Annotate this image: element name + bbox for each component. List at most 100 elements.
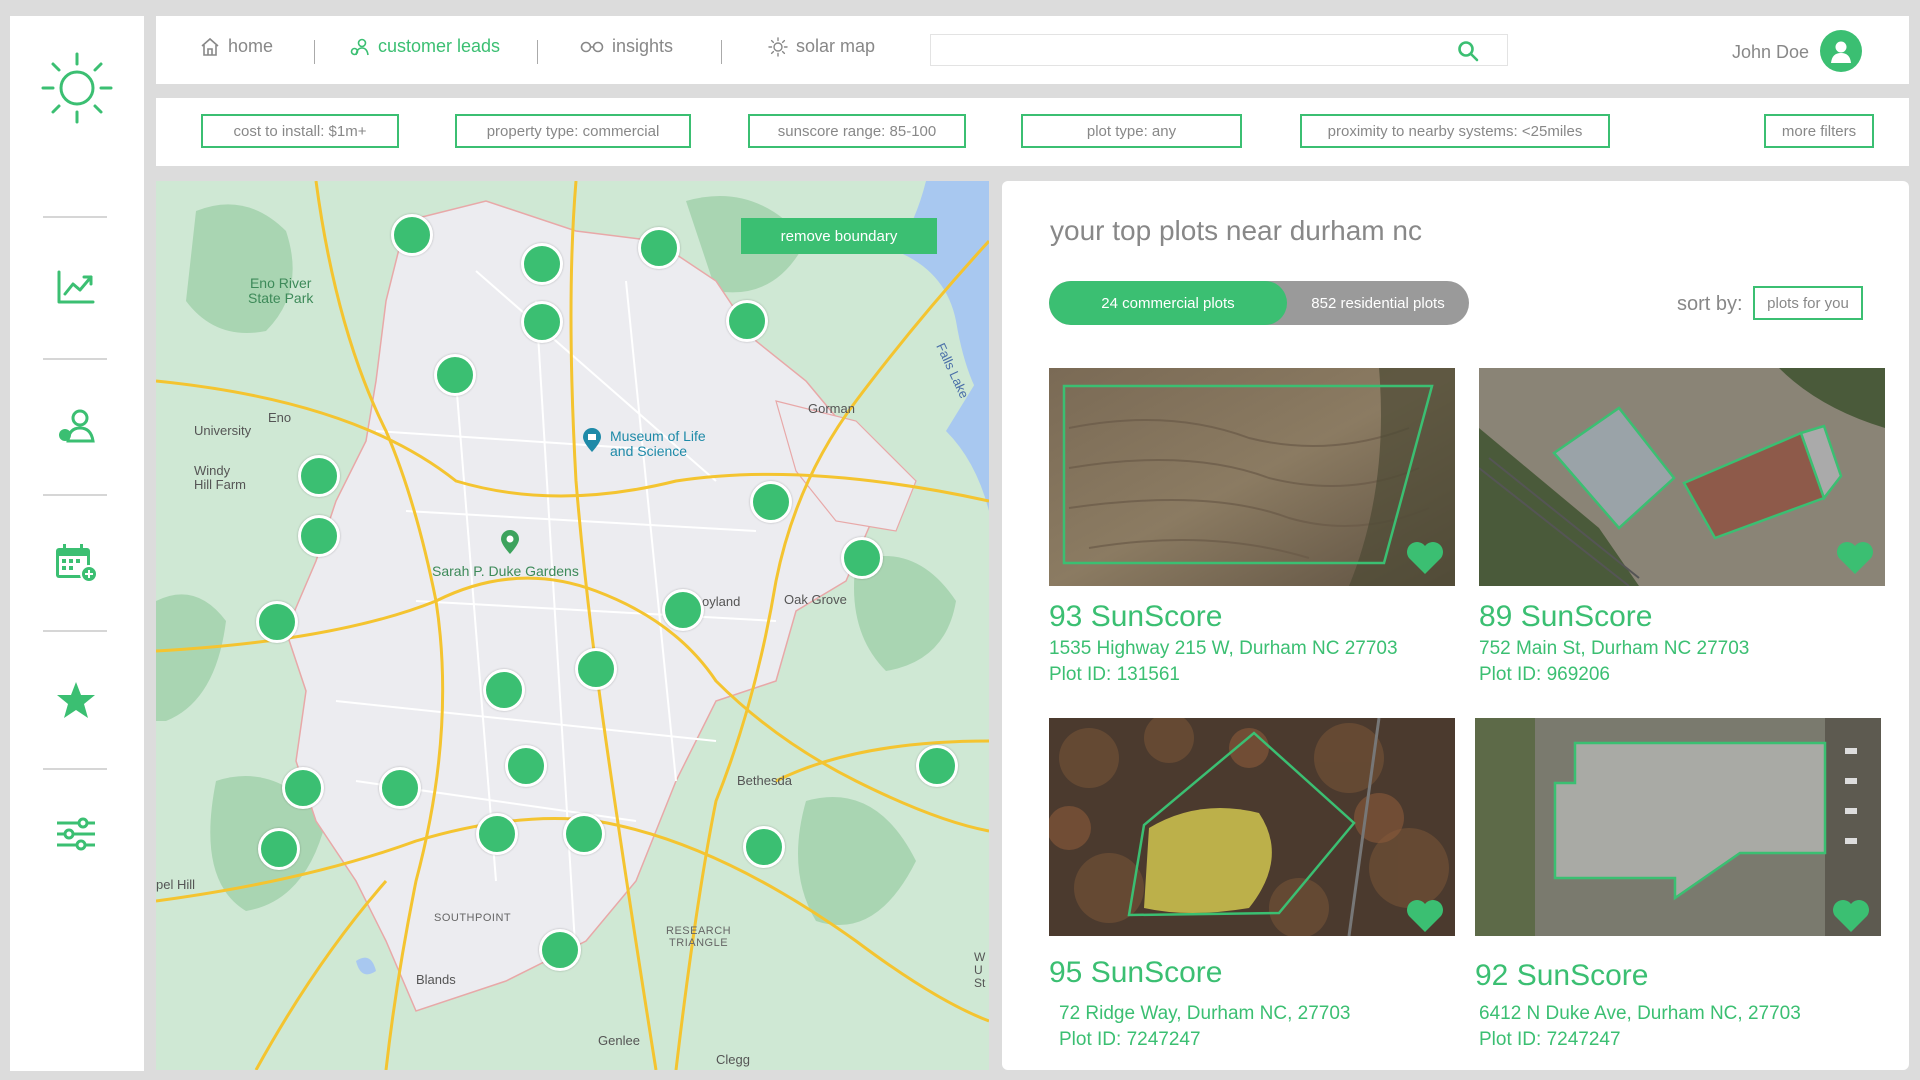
more-filters-button[interactable]: more filters	[1764, 114, 1874, 148]
user-name: John Doe	[1732, 42, 1810, 62]
plot-satellite-image[interactable]	[1049, 718, 1455, 936]
map-plot-pin[interactable]	[521, 243, 563, 285]
map-label-clegg: Clegg	[716, 1052, 750, 1067]
plot-id: Plot ID: 7247247	[1059, 1029, 1201, 1050]
sidebar-divider	[43, 358, 107, 360]
top-navigation: home customer leads insights solar map J…	[156, 16, 1909, 84]
plot-card: 89 SunScore 752 Main St, Durham NC 27703…	[1479, 368, 1889, 698]
map-label-research-triangle: RESEARCH TRIANGLE	[666, 925, 732, 950]
plot-id: Plot ID: 131561	[1049, 664, 1180, 685]
map-plot-pin[interactable]	[539, 929, 581, 971]
nav-separator	[537, 40, 538, 64]
filter-proximity[interactable]: proximity to nearby systems: <25miles	[1300, 114, 1610, 148]
map-label-eno: Eno	[268, 410, 292, 425]
map-plot-pin[interactable]	[434, 354, 476, 396]
remove-boundary-button[interactable]: remove boundary	[741, 218, 937, 254]
sidebar-item-favorites[interactable]	[52, 676, 100, 724]
favorite-heart-icon[interactable]	[1405, 540, 1445, 576]
map-plot-pin[interactable]	[563, 813, 605, 855]
map-plot-pin[interactable]	[916, 745, 958, 787]
plot-card: 92 SunScore 6412 N Duke Ave, Durham NC, …	[1475, 718, 1885, 1068]
sort-select[interactable]: plots for you	[1753, 286, 1863, 320]
nav-solar-map-label: solar map	[796, 36, 876, 56]
plot-satellite-image[interactable]	[1049, 368, 1455, 586]
map-plot-pin[interactable]	[298, 515, 340, 557]
search-icon[interactable]	[1457, 40, 1479, 62]
plot-address: 752 Main St, Durham NC 27703	[1479, 638, 1750, 659]
map-plot-pin[interactable]	[282, 767, 324, 809]
commercial-plots-tab[interactable]: 24 commercial plots	[1049, 281, 1287, 325]
sidebar-item-schedule[interactable]	[52, 539, 100, 587]
search-box	[930, 34, 1508, 66]
museum-marker-icon[interactable]	[581, 427, 603, 458]
user-pin-icon	[350, 38, 369, 55]
map-label-southpoint: SOUTHPOINT	[434, 912, 512, 924]
sunscore: 92 SunScore	[1475, 959, 1649, 992]
home-icon	[201, 37, 219, 56]
map-plot-pin[interactable]	[638, 227, 680, 269]
map-plot-pin[interactable]	[662, 589, 704, 631]
calendar-add-icon	[56, 544, 98, 583]
results-title: your top plots near durham nc	[1050, 215, 1422, 246]
avatar[interactable]	[1820, 30, 1862, 72]
map-plot-pin[interactable]	[750, 481, 792, 523]
plot-id: Plot ID: 969206	[1479, 664, 1610, 685]
sliders-icon	[57, 817, 95, 851]
nav-solar-map[interactable]: solar map	[768, 36, 875, 57]
map-label-chapel-hill: pel Hill	[156, 877, 196, 892]
solar-map[interactable]: Eno River State Park University Eno Wind…	[156, 181, 989, 1070]
map-label-museum: Museum of Life and Science	[610, 428, 706, 460]
map-label-duke-gardens: Sarah P. Duke Gardens	[432, 563, 579, 579]
map-label-blands: Blands	[416, 972, 456, 987]
map-plot-pin[interactable]	[483, 669, 525, 711]
map-plot-pin[interactable]	[298, 455, 340, 497]
map-plot-pin[interactable]	[256, 601, 298, 643]
garden-marker-icon[interactable]	[499, 529, 521, 560]
sidebar-item-analytics[interactable]	[52, 263, 100, 311]
map-plot-pin[interactable]	[505, 745, 547, 787]
star-icon	[57, 682, 95, 718]
map-plot-pin[interactable]	[521, 301, 563, 343]
sidebar-item-leads[interactable]	[52, 402, 100, 450]
map-plot-pin[interactable]	[743, 826, 785, 868]
filter-plot-type[interactable]: plot type: any	[1021, 114, 1242, 148]
sidebar-item-settings[interactable]	[52, 810, 100, 858]
filter-cost-to-install[interactable]: cost to install: $1m+	[201, 114, 399, 148]
map-label-gorman: Gorman	[808, 401, 855, 416]
sidebar-divider	[43, 768, 107, 770]
nav-separator	[314, 40, 315, 64]
favorite-heart-icon[interactable]	[1405, 898, 1445, 934]
map-plot-pin[interactable]	[726, 300, 768, 342]
plot-satellite-image[interactable]	[1475, 718, 1881, 936]
plot-card: 95 SunScore 72 Ridge Way, Durham NC, 277…	[1049, 718, 1459, 1068]
nav-insights[interactable]: insights	[580, 36, 673, 57]
trending-chart-icon	[57, 270, 95, 304]
sunscore: 89 SunScore	[1479, 600, 1653, 633]
filter-sunscore-range[interactable]: sunscore range: 85-100	[748, 114, 966, 148]
nav-customer-leads-label: customer leads	[378, 36, 501, 56]
sunscore: 93 SunScore	[1049, 600, 1223, 633]
nav-customer-leads[interactable]: customer leads	[350, 36, 500, 57]
filter-property-type[interactable]: property type: commercial	[455, 114, 691, 148]
search-input[interactable]	[931, 35, 1451, 65]
nav-home[interactable]: home	[200, 36, 273, 57]
map-plot-pin[interactable]	[476, 813, 518, 855]
sidebar-divider	[43, 216, 107, 218]
favorite-heart-icon[interactable]	[1831, 898, 1871, 934]
map-plot-pin[interactable]	[379, 767, 421, 809]
residential-plots-tab[interactable]: 852 residential plots	[1287, 281, 1469, 325]
sun-icon[interactable]	[37, 48, 117, 128]
map-plot-pin[interactable]	[391, 214, 433, 256]
plot-id: Plot ID: 7247247	[1479, 1029, 1621, 1050]
plot-address: 1535 Highway 215 W, Durham NC 27703	[1049, 638, 1398, 659]
map-plot-pin[interactable]	[841, 537, 883, 579]
sunscore: 95 SunScore	[1049, 956, 1223, 989]
plot-card: 93 SunScore 1535 Highway 215 W, Durham N…	[1049, 368, 1459, 698]
filter-bar: cost to install: $1m+ property type: com…	[156, 98, 1909, 166]
plot-satellite-image[interactable]	[1479, 368, 1885, 586]
map-label-university: University	[194, 423, 252, 438]
map-plot-pin[interactable]	[258, 828, 300, 870]
map-plot-pin[interactable]	[575, 648, 617, 690]
glasses-icon	[580, 41, 604, 52]
favorite-heart-icon[interactable]	[1835, 540, 1875, 576]
